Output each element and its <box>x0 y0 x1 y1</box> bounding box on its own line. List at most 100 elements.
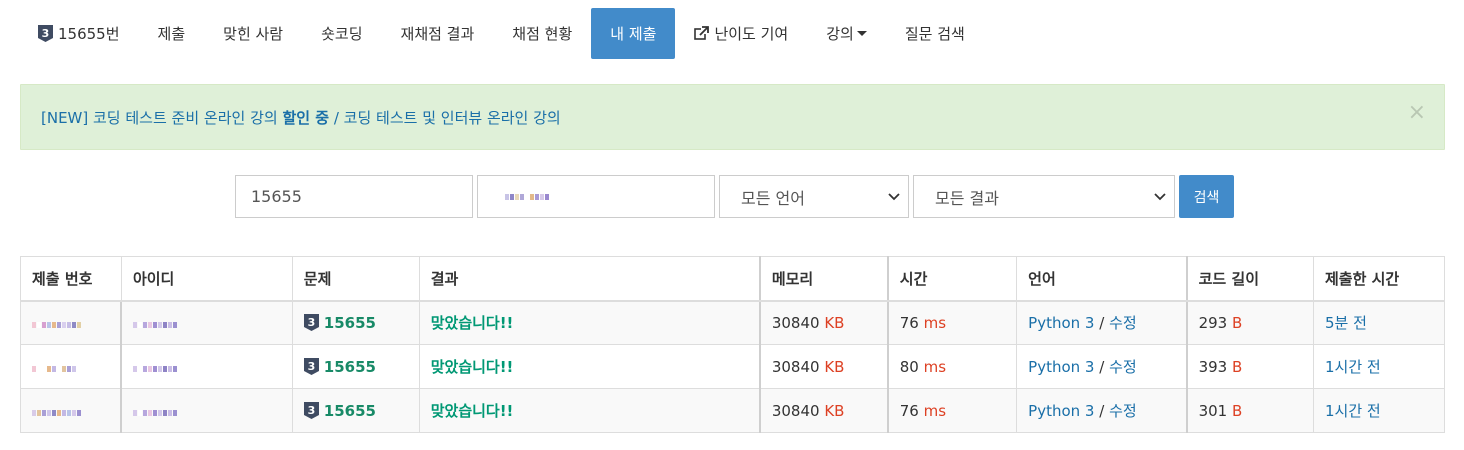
table-row: 3 15655 맞았습니다!! 30840 KB 80 ms Python 3 /… <box>20 344 1445 389</box>
chevron-down-icon <box>1154 192 1166 200</box>
time-value: 80 <box>899 357 919 376</box>
svg-text:3: 3 <box>307 404 315 417</box>
problem-id-input[interactable]: 15655 <box>235 175 473 218</box>
tier-badge-icon: 3 <box>38 25 53 42</box>
time-unit: ms <box>923 357 947 376</box>
header-user-id: 아이디 <box>120 256 293 302</box>
tier-badge-icon: 3 <box>303 401 319 419</box>
tab-lecture-dropdown[interactable]: 강의 <box>807 8 886 59</box>
submitted-time-link[interactable]: 1시간 전 <box>1325 402 1381 420</box>
code-length-unit: B <box>1232 357 1243 376</box>
svg-text:3: 3 <box>42 27 50 40</box>
edit-link[interactable]: 수정 <box>1109 358 1137 376</box>
problem-link[interactable]: 15655 <box>324 402 376 420</box>
promo-alert-suffix: / 코딩 테스트 및 인터뷰 온라인 강의 <box>329 109 561 127</box>
problem-cell[interactable]: 3 15655 <box>291 388 420 433</box>
tab-rejudge-results[interactable]: 재채점 결과 <box>382 8 494 59</box>
memory-unit: KB <box>824 401 845 420</box>
header-result: 결과 <box>418 256 761 302</box>
user-id-cell[interactable] <box>120 344 293 389</box>
language-separator: / <box>1099 314 1105 333</box>
result-cell: 맞았습니다!! <box>418 388 761 433</box>
blurred-user-id <box>133 365 178 372</box>
problem-cell[interactable]: 3 15655 <box>291 300 420 345</box>
search-button[interactable]: 검색 <box>1179 175 1234 218</box>
header-language: 언어 <box>1016 256 1188 302</box>
language-select-value: 모든 언어 <box>741 188 805 208</box>
result-accepted: 맞았습니다!! <box>430 402 514 420</box>
problem-cell[interactable]: 3 15655 <box>291 344 420 389</box>
code-length-unit: B <box>1232 313 1243 332</box>
problem-link[interactable]: 15655 <box>324 358 376 376</box>
memory-value: 30840 <box>771 357 820 376</box>
language-select[interactable]: 모든 언어 <box>719 175 909 218</box>
tab-lecture-label: 강의 <box>826 25 854 43</box>
language-link[interactable]: Python 3 <box>1028 358 1094 376</box>
submitted-time-cell: 1시간 전 <box>1313 388 1445 433</box>
time-cell: 80 ms <box>886 344 1018 389</box>
time-unit: ms <box>923 313 947 332</box>
tab-short-coding[interactable]: 숏코딩 <box>302 8 381 59</box>
result-cell: 맞았습니다!! <box>418 300 761 345</box>
tier-badge-icon: 3 <box>303 313 319 331</box>
language-cell: Python 3 / 수정 <box>1016 300 1188 345</box>
result-accepted: 맞았습니다!! <box>430 314 514 333</box>
code-length-value: 293 <box>1198 313 1228 332</box>
language-link[interactable]: Python 3 <box>1028 402 1094 420</box>
table-row: 3 15655 맞았습니다!! 30840 KB 76 ms Python 3 /… <box>20 300 1445 345</box>
svg-text:3: 3 <box>307 360 315 373</box>
table-header-row: 제출 번호 아이디 문제 결과 메모리 시간 언어 코드 길이 제출한 시간 <box>20 256 1445 302</box>
result-select[interactable]: 모든 결과 <box>913 175 1175 218</box>
language-cell: Python 3 / 수정 <box>1016 344 1188 389</box>
code-length-cell: 301 B <box>1185 388 1314 433</box>
result-accepted: 맞았습니다!! <box>430 358 514 376</box>
header-problem: 문제 <box>291 256 420 302</box>
problem-link[interactable]: 15655 <box>324 314 376 332</box>
edit-link[interactable]: 수정 <box>1109 314 1137 332</box>
promo-alert-prefix: [NEW] 코딩 테스트 준비 온라인 강의 <box>41 109 283 127</box>
code-length-cell: 293 B <box>1185 300 1314 345</box>
time-value: 76 <box>899 401 919 420</box>
header-memory: 메모리 <box>758 256 889 302</box>
time-cell: 76 ms <box>886 300 1018 345</box>
tab-accepted-users[interactable]: 맞힌 사람 <box>204 8 302 59</box>
memory-value: 30840 <box>771 313 820 332</box>
memory-cell: 30840 KB <box>758 388 889 433</box>
promo-alert: [NEW] 코딩 테스트 준비 온라인 강의 할인 중 / 코딩 테스트 및 인… <box>20 84 1445 150</box>
memory-unit: KB <box>824 357 845 376</box>
submitted-time-link[interactable]: 1시간 전 <box>1325 358 1381 376</box>
edit-link[interactable]: 수정 <box>1109 402 1137 420</box>
result-cell: 맞았습니다!! <box>418 344 761 389</box>
close-icon[interactable]: × <box>1408 102 1426 124</box>
promo-alert-bold: 할인 중 <box>282 109 330 127</box>
time-value: 76 <box>899 313 919 332</box>
header-time: 시간 <box>886 256 1018 302</box>
tab-problem[interactable]: 3 15655번 <box>20 8 139 59</box>
submissions-table: 제출 번호 아이디 문제 결과 메모리 시간 언어 코드 길이 제출한 시간 3… <box>20 256 1445 433</box>
submission-id-cell <box>20 388 122 433</box>
language-separator: / <box>1099 358 1105 376</box>
code-length-value: 393 <box>1198 357 1228 376</box>
language-cell: Python 3 / 수정 <box>1016 388 1188 433</box>
tab-question-search[interactable]: 질문 검색 <box>886 8 984 59</box>
tab-status[interactable]: 채점 현황 <box>493 8 591 59</box>
blurred-user-id <box>505 193 549 200</box>
user-id-cell[interactable] <box>120 388 293 433</box>
language-link[interactable]: Python 3 <box>1028 314 1094 332</box>
blurred-submission-id <box>32 409 81 416</box>
code-length-cell: 393 B <box>1185 344 1314 389</box>
submitted-time-link[interactable]: 5분 전 <box>1325 314 1367 332</box>
language-separator: / <box>1099 402 1105 420</box>
tab-submit[interactable]: 제출 <box>139 8 205 59</box>
caret-down-icon <box>856 31 867 36</box>
submission-id-cell <box>20 300 122 345</box>
blurred-user-id <box>133 409 178 416</box>
problem-nav-tabs: 3 15655번 제출 맞힌 사람 숏코딩 재채점 결과 채점 현황 내 제출 … <box>20 8 984 59</box>
user-id-cell[interactable] <box>120 300 293 345</box>
user-id-input[interactable] <box>477 175 715 218</box>
svg-text:3: 3 <box>307 316 315 329</box>
tab-my-submissions[interactable]: 내 제출 <box>591 8 676 59</box>
tab-difficulty-contribution[interactable]: 난이도 기여 <box>675 8 807 59</box>
promo-alert-link[interactable]: [NEW] 코딩 테스트 준비 온라인 강의 할인 중 / 코딩 테스트 및 인… <box>41 107 561 128</box>
header-submitted-time: 제출한 시간 <box>1313 256 1445 302</box>
